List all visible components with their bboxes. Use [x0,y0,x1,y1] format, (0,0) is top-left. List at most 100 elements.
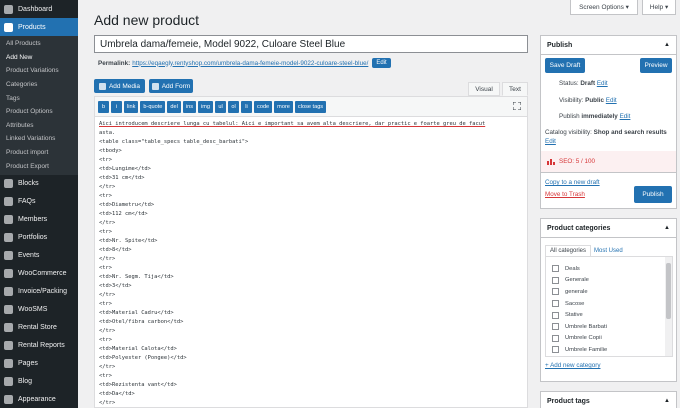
quicktag-ins-button[interactable]: ins [182,100,197,113]
copy-draft-link[interactable]: Copy to a new draft [545,179,600,186]
sidebar-item-pages[interactable]: Pages [0,355,78,373]
admin-sidebar: Dashboard Products All Products Add New Prod… [0,0,78,408]
sidebar-item-events[interactable]: Events [0,247,78,265]
preview-button[interactable]: Preview [640,58,672,73]
text-editor[interactable]: b i link b-quote del ins img ul ol li code more clos… [94,96,528,408]
portfolios-icon [4,233,13,243]
screen-options-button[interactable]: Screen Options ▾ [570,0,638,15]
quicktag-link-button[interactable]: link [124,100,139,113]
tab-most-used[interactable]: Most Used [594,248,623,254]
submenu-item-product-import[interactable]: Product import [0,145,78,160]
code-line: <tr> [99,193,112,199]
collapse-icon[interactable]: ▲ [664,225,670,231]
sidebar-item-blocks[interactable]: Blocks [0,175,78,193]
submenu-item-categories[interactable]: Categories [0,77,78,92]
quicktag-close-tags-button[interactable]: close tags [294,100,327,113]
quicktag-ol-button[interactable]: ol [228,100,240,113]
products-icon [4,22,13,32]
appearance-icon [4,395,13,405]
publish-actions: Copy to a new draft Move to Trash Publis… [540,173,677,209]
category-checkbox[interactable] [552,276,559,284]
code-line: <tr> [99,265,112,271]
submenu-item-all-products[interactable]: All Products [0,37,78,51]
sidebar-item-blog[interactable]: Blog [0,373,78,391]
category-checkbox[interactable] [552,334,559,342]
fullscreen-icon[interactable] [513,102,521,110]
add-form-button[interactable]: Add Form [149,79,193,93]
category-checkbox[interactable] [552,300,559,308]
rental-reports-icon [4,341,13,351]
submenu-item-attributes[interactable]: Attributes [0,118,78,133]
submenu-item-add-new[interactable]: Add New [0,50,78,65]
sidebar-item-woocommerce[interactable]: WooCommerce [0,265,78,283]
permalink-label: Permalink: [98,59,131,67]
faqs-icon [4,197,13,207]
add-new-category-link[interactable]: + Add new category [545,362,601,369]
menu-label: Invoice/Packing [18,288,68,296]
sidebar-item-faqs[interactable]: FAQs [0,193,78,211]
help-button[interactable]: Help ▾ [642,0,676,15]
sidebar-item-members[interactable]: Members [0,211,78,229]
code-line: </tr> [99,184,116,190]
tags-header[interactable]: Product tags ▲ [541,392,676,408]
submenu-item-product-options[interactable]: Product Options [0,104,78,119]
quicktag-img-button[interactable]: img [198,100,214,113]
menu-label: Pages [18,360,38,368]
sidebar-item-invoice-packing[interactable]: Invoice/Packing [0,283,78,301]
category-checkbox[interactable] [552,323,559,331]
tab-text[interactable]: Text [502,82,528,96]
sidebar-item-rental-reports[interactable]: Rental Reports [0,337,78,355]
sidebar-item-appearance[interactable]: Appearance [0,391,78,408]
quicktag-b-button[interactable]: b [98,100,109,113]
code-line: <td>Material Cadru</td> [99,310,174,316]
permalink-link[interactable]: https://eqaegly.rentyshop.com/umbrela-da… [132,60,368,67]
sidebar-item-products[interactable]: Products [0,18,78,36]
blocks-icon [4,179,13,189]
quicktag-code-button[interactable]: code [254,100,273,113]
add-media-button[interactable]: Add Media [94,79,145,93]
sidebar-item-dashboard[interactable]: Dashboard [0,0,78,18]
menu-label: Dashboard [18,5,53,13]
sidebar-item-rental-store[interactable]: Rental Store [0,319,78,337]
catalog-label: Catalog visibility: [545,129,592,136]
schedule-edit-link[interactable]: Edit [620,113,631,120]
sidebar-item-portfolios[interactable]: Portfolios [0,229,78,247]
scrollbar-thumb[interactable] [666,263,671,319]
category-checkbox[interactable] [552,288,559,296]
quicktag-ul-button[interactable]: ul [215,100,227,113]
permalink-edit-button[interactable]: Edit [372,58,391,68]
category-checkbox[interactable] [552,311,559,319]
collapse-icon[interactable]: ▲ [664,42,670,48]
submenu-item-linked-variations[interactable]: Linked Variations [0,132,78,146]
scrollbar[interactable] [665,257,672,356]
save-draft-button[interactable]: Save Draft [545,58,585,73]
submenu-item-product-variations[interactable]: Product Variations [0,64,78,78]
product-title-input[interactable] [94,35,528,53]
publish-box-header[interactable]: Publish ▲ [541,36,676,55]
quicktag-i-button[interactable]: i [111,100,122,113]
visibility-edit-link[interactable]: Edit [606,97,617,104]
quicktag-del-button[interactable]: del [167,100,181,113]
code-line: <tr> [99,301,112,307]
quicktag-b-quote-button[interactable]: b-quote [140,100,166,113]
tab-visual[interactable]: Visual [468,82,500,96]
quicktag-more-button[interactable]: more [274,100,293,113]
publish-button[interactable]: Publish [634,186,672,203]
visibility-label: Visibility: [559,97,584,104]
sidebar-item-woosms[interactable]: WooSMS [0,301,78,319]
catalog-edit-link[interactable]: Edit [545,138,556,145]
categories-header[interactable]: Product categories ▲ [541,219,676,238]
category-item: Umbrele Barbati [546,321,672,333]
add-media-label: Add Media [108,82,141,90]
quicktag-li-button[interactable]: li [241,100,253,113]
tags-title: Product tags [547,397,590,405]
status-edit-link[interactable]: Edit [597,80,608,87]
category-checkbox[interactable] [552,346,559,354]
submenu-item-product-export[interactable]: Product Export [0,159,78,173]
category-label: Umbrele Copii [565,335,602,342]
collapse-icon[interactable]: ▲ [664,398,670,404]
category-checkbox[interactable] [552,265,559,273]
move-to-trash-link[interactable]: Move to Trash [545,191,585,198]
code-textarea[interactable]: Aici introducem descriere lunga cu tabel… [95,117,527,407]
submenu-item-tags[interactable]: Tags [0,91,78,105]
